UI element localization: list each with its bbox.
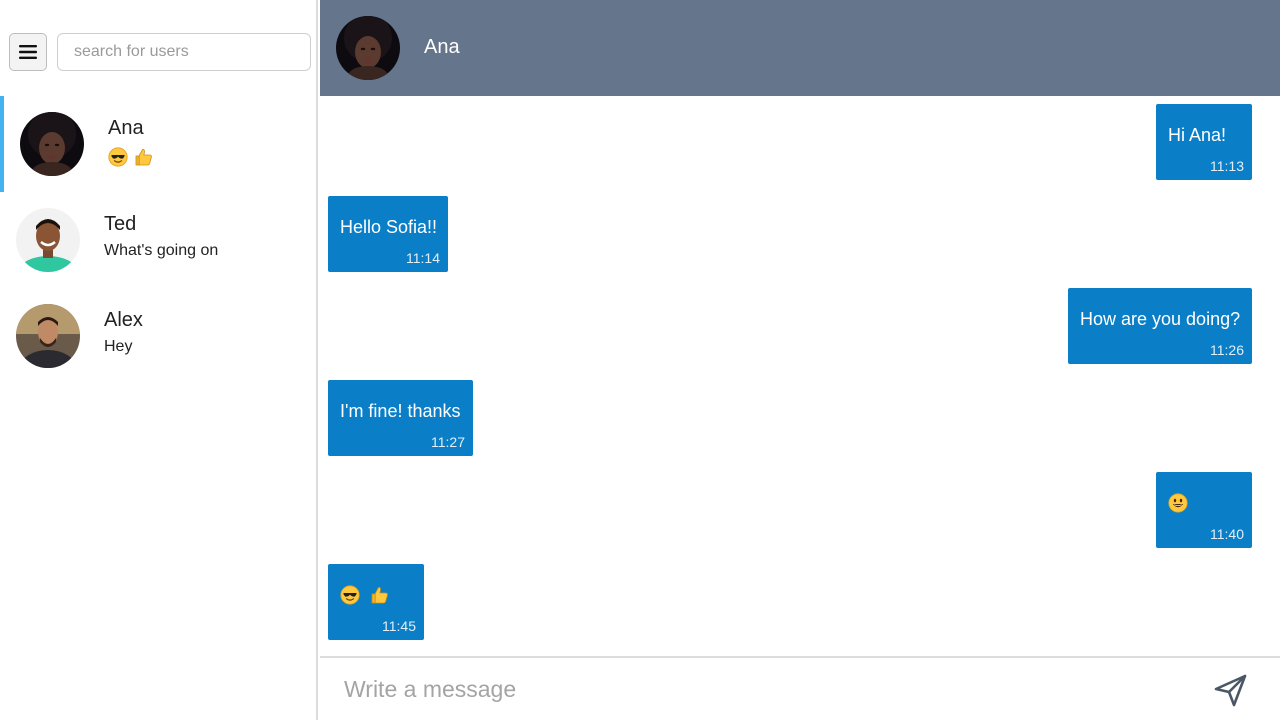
contact-last-message xyxy=(108,147,154,167)
message-bubble-outgoing: How are you doing? 11:26 xyxy=(1068,288,1252,364)
send-icon xyxy=(1214,674,1247,707)
thumbs-up-emoji-icon xyxy=(134,147,154,167)
avatar xyxy=(16,304,80,368)
message-bubble-outgoing: 11:40 xyxy=(1156,472,1252,548)
message-bubble-incoming: I'm fine! thanks 11:27 xyxy=(328,380,473,456)
message-time: 11:13 xyxy=(1210,158,1244,174)
contact-item-ted[interactable]: Ted What's going on xyxy=(0,192,318,288)
avatar xyxy=(20,112,84,176)
message-time: 11:26 xyxy=(1210,342,1244,358)
contact-last-message: Hey xyxy=(104,338,133,355)
menu-button[interactable] xyxy=(9,33,47,71)
avatar xyxy=(16,208,80,272)
sidebar-toolbar xyxy=(0,0,318,96)
message-text: Hi Ana! xyxy=(1168,125,1227,145)
message-input[interactable] xyxy=(320,658,1200,720)
sidebar: Ana xyxy=(0,0,318,720)
send-button[interactable] xyxy=(1210,670,1250,710)
contact-last-message: What's going on xyxy=(104,242,219,259)
message-bubble-incoming: 11:45 xyxy=(328,564,424,640)
message-time: 11:14 xyxy=(406,250,440,266)
message-text xyxy=(340,585,390,605)
contact-name: Alex xyxy=(104,309,143,331)
search-input[interactable] xyxy=(57,33,311,71)
message-text: Hello Sofia!! xyxy=(340,217,438,237)
thumbs-up-emoji-icon xyxy=(370,585,390,605)
sunglasses-emoji-icon xyxy=(340,585,360,605)
message-time: 11:40 xyxy=(1210,526,1244,542)
contact-item-alex[interactable]: Alex Hey xyxy=(0,288,318,384)
chat-header-avatar[interactable] xyxy=(336,16,400,80)
chat-header-name: Ana xyxy=(424,36,460,58)
contact-name: Ted xyxy=(104,213,137,235)
message-composer xyxy=(320,656,1280,720)
hamburger-icon xyxy=(19,45,37,59)
chat-header: Ana xyxy=(320,0,1280,96)
message-time: 11:45 xyxy=(382,618,416,634)
grinning-emoji-icon xyxy=(1168,493,1188,513)
message-text: How are you doing? xyxy=(1080,309,1241,329)
message-bubble-incoming: Hello Sofia!! 11:14 xyxy=(328,196,448,272)
message-time: 11:27 xyxy=(431,434,465,450)
message-list: Hi Ana! 11:13 Hello Sofia!! 11:14 How ar… xyxy=(320,96,1280,656)
message-text xyxy=(1168,493,1188,513)
message-bubble-outgoing: Hi Ana! 11:13 xyxy=(1156,104,1252,180)
sunglasses-emoji-icon xyxy=(108,147,128,167)
message-text: I'm fine! thanks xyxy=(340,401,461,421)
contact-name: Ana xyxy=(108,117,144,139)
contact-item-ana[interactable]: Ana xyxy=(0,96,318,192)
